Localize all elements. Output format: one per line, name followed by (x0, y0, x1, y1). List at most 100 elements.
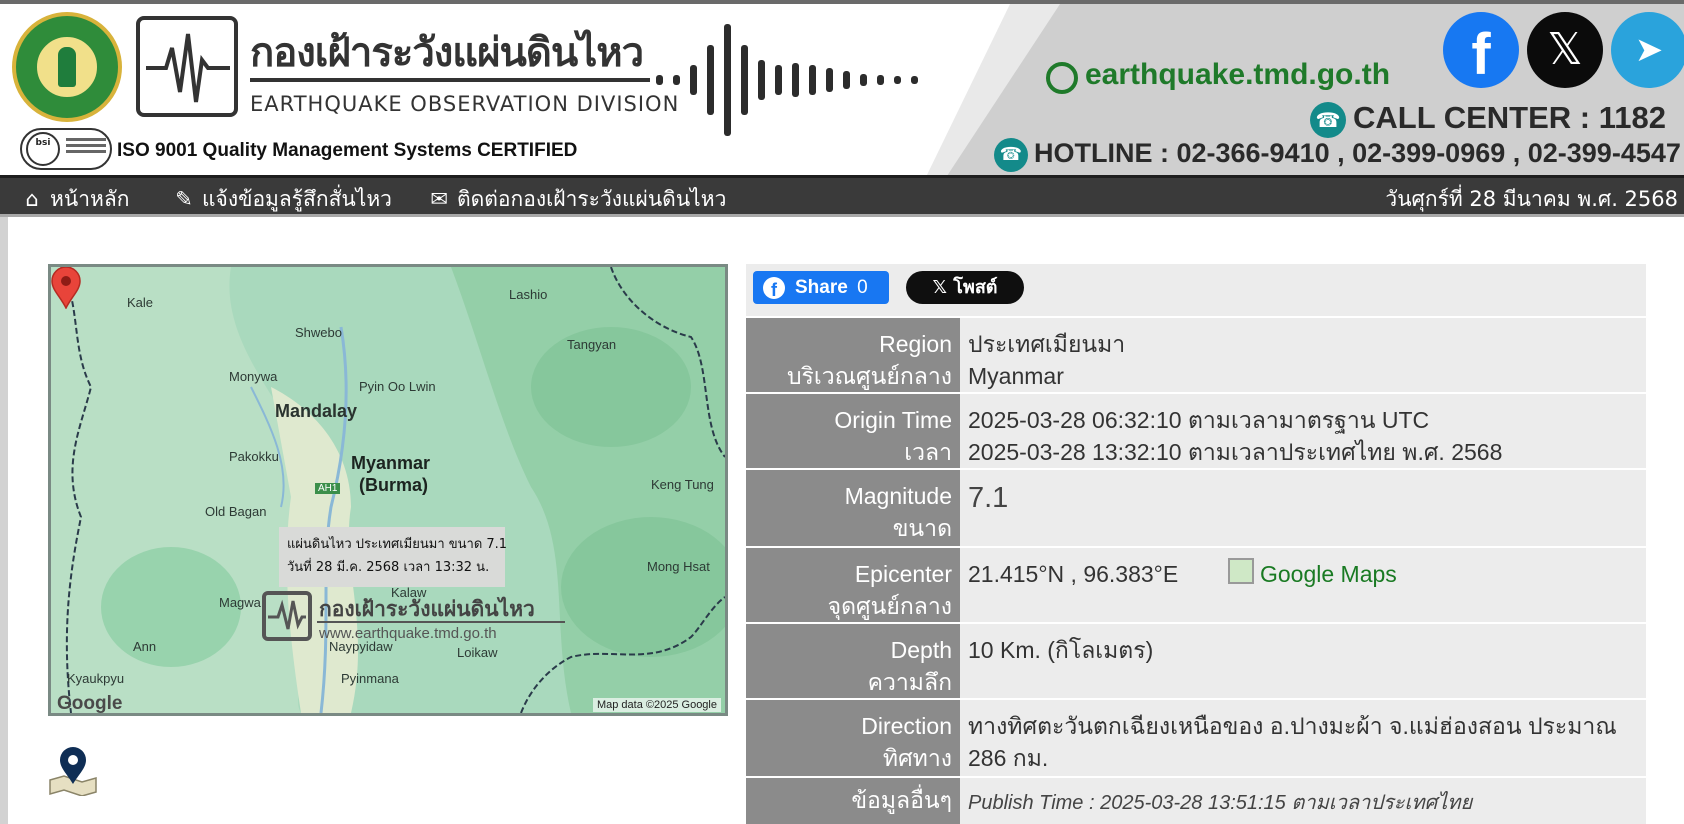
form-icon: ✎ (175, 187, 193, 211)
bsi-iso-logo: bsi (20, 128, 112, 170)
epicenter-tooltip: แผ่นดินไหว ประเทศเมียนมา ขนาด 7.1 วันที่… (279, 527, 508, 587)
watermark-url: www.earthquake.tmd.go.th (319, 625, 497, 642)
share-bar: f Share 0 𝕏 โพสต์ (746, 264, 1646, 316)
google-logo[interactable]: Google (57, 693, 122, 713)
map-label-old-bagan: Old Bagan (205, 504, 267, 519)
map-marker-icon[interactable] (46, 744, 100, 796)
map-label-kyaukpyu: Kyaukpyu (67, 671, 125, 686)
wave-bar (877, 75, 884, 85)
map-label-monywa: Monywa (229, 369, 278, 384)
origin-time-value: 2025-03-28 06:32:10 ตามเวลามาตรฐาน UTC 2… (960, 394, 1646, 468)
nav-report-label: แจ้งข้อมูลรู้สึกสั่นไหว (202, 187, 392, 211)
website-link[interactable]: earthquake.tmd.go.th (1045, 58, 1390, 92)
map-label-pyin-oo-lwin: Pyin Oo Lwin (359, 379, 436, 394)
depth-label-th: ความลึก (867, 669, 952, 695)
x-icon[interactable]: 𝕏 (1527, 12, 1603, 88)
map-label-loikaw: Loikaw (457, 645, 498, 660)
region-value-th: ประเทศเมียนมา (968, 331, 1126, 357)
epicenter-pin-icon[interactable] (51, 267, 81, 309)
origin-time-utc: 2025-03-28 06:32:10 ตามเวลามาตรฐาน UTC (968, 407, 1430, 433)
map-label-keng-tung: Keng Tung (651, 477, 714, 492)
magnitude-label-en: Magnitude (844, 483, 952, 509)
wave-bar (775, 65, 782, 95)
google-maps-link[interactable]: Google Maps (1228, 558, 1397, 590)
share-count: 0 (857, 277, 868, 298)
facebook-share-button[interactable]: f Share 0 (753, 271, 889, 304)
region-label-en: Region (879, 331, 952, 357)
main-nav: ⌂ หน้าหลัก ✎ แจ้งข้อมูลรู้สึกสั่นไหว ✉ ติดต… (0, 175, 1684, 217)
wave-bar (741, 45, 748, 115)
mail-icon: ✉ (430, 187, 448, 211)
nav-home-label: หน้าหลัก (50, 187, 130, 211)
telegram-icon[interactable]: ➤ (1611, 12, 1684, 88)
epicenter-map[interactable]: Kale Lashio Shwebo Tangyan Monywa Pyin O… (48, 264, 728, 716)
origin-time-label: Origin Time เวลา (746, 394, 960, 468)
facebook-icon[interactable]: f (1443, 12, 1519, 88)
share-label: Share (795, 277, 848, 298)
row-region: Region บริเวณศูนย์กลาง ประเทศเมียนมา Mya… (746, 318, 1646, 392)
epicenter-value-cell: 21.415°N , 96.383°E Google Maps (960, 548, 1646, 622)
row-epicenter: Epicenter จุดศูนย์กลาง 21.415°N , 96.383… (746, 548, 1646, 622)
x-post-icon: 𝕏 (932, 277, 947, 298)
row-other-info: ข้อมูลอื่นๆ Publish Time : 2025-03-28 13… (746, 778, 1646, 824)
wave-bar (826, 68, 833, 92)
iso-certified-text: ISO 9001 Quality Management Systems CERT… (117, 140, 578, 161)
map-label-ann: Ann (133, 639, 157, 654)
map-label-magwa: Magwa (219, 595, 261, 610)
tmd-seal-logo[interactable] (12, 12, 122, 122)
map-label-pyinmana: Pyinmana (341, 671, 399, 686)
nav-report-shaking[interactable]: ✎ แจ้งข้อมูลรู้สึกสั่นไหว (170, 183, 392, 216)
map-attribution[interactable]: Map data ©2025 Google (592, 698, 721, 712)
direction-line-1: ทางทิศตะวันตกเฉียงเหนือของ อ.ปางมะผ้า จ.… (968, 713, 1617, 739)
wave-bar (690, 65, 697, 95)
publish-time: Publish Time : 2025-03-28 13:51:15 ตามเว… (968, 792, 1473, 814)
magnitude-value: 7.1 (968, 482, 1009, 514)
map-label-burma: (Burma) (359, 475, 429, 495)
nav-home[interactable]: ⌂ หน้าหลัก (18, 183, 129, 216)
facebook-share-icon: f (763, 277, 785, 300)
magnitude-label: Magnitude ขนาด (746, 470, 960, 546)
page-side-border (0, 217, 8, 824)
origin-time-label-en: Origin Time (834, 407, 952, 433)
wave-bar (724, 24, 731, 136)
tooltip-line-1: แผ่นดินไหว ประเทศเมียนมา ขนาด 7.1 (287, 537, 508, 552)
watermark-divider (317, 621, 565, 623)
depth-value: 10 Km. (กิโลเมตร) (968, 637, 1154, 663)
x-post-button[interactable]: 𝕏 โพสต์ (906, 271, 1024, 304)
map-label-lashio: Lashio (509, 287, 548, 302)
row-origin-time: Origin Time เวลา 2025-03-28 06:32:10 ตาม… (746, 394, 1646, 468)
map-label-pakokku: Pakokku (229, 449, 279, 464)
epicenter-label-th: จุดศูนย์กลาง (827, 593, 952, 619)
origin-time-local: 2025-03-28 13:32:10 ตามเวลาประเทศไทย พ.ศ… (968, 439, 1503, 465)
nav-contact[interactable]: ✉ ติดต่อกองเฝ้าระวังแผ่นดินไหว (425, 183, 726, 216)
epicenter-label: Epicenter จุดศูนย์กลาง (746, 548, 960, 622)
current-date: วันศุกร์ที่ 28 มีนาคม พ.ศ. 2568 (1385, 187, 1678, 211)
wave-bar (911, 76, 918, 84)
map-label-mong-hsat: Mong Hsat (647, 559, 710, 574)
map-label-ah1: AH1 (315, 483, 341, 494)
hotline-phone-icon: ☎ (994, 138, 1028, 172)
row-direction: Direction ทิศทาง ทางทิศตะวันตกเฉียงเหนือ… (746, 700, 1646, 776)
division-divider (250, 78, 650, 82)
site-header: bsi ISO 9001 Quality Management Systems … (0, 0, 1684, 175)
other-info-value: Publish Time : 2025-03-28 13:51:15 ตามเว… (960, 778, 1646, 824)
row-depth: Depth ความลึก 10 Km. (กิโลเมตร) (746, 624, 1646, 698)
map-label-myanmar: Myanmar (351, 453, 431, 473)
row-magnitude: Magnitude ขนาด 7.1 (746, 470, 1646, 546)
wave-bar (792, 63, 799, 97)
wave-bar (758, 60, 765, 100)
magnitude-label-th: ขนาด (892, 515, 952, 541)
region-label-th: บริเวณศูนย์กลาง (786, 363, 952, 389)
nav-contact-label: ติดต่อกองเฝ้าระวังแผ่นดินไหว (457, 187, 727, 211)
map-label-shwebo: Shwebo (295, 325, 342, 340)
direction-label: Direction ทิศทาง (746, 700, 960, 776)
home-icon: ⌂ (25, 187, 39, 211)
tooltip-line-2: วันที่ 28 มี.ค. 2568 เวลา 13:32 น. (287, 560, 490, 575)
call-center-text: CALL CENTER : 1182 (1353, 100, 1666, 135)
magnitude-value-cell: 7.1 (960, 470, 1646, 546)
wave-bar (656, 75, 663, 85)
wave-bar (809, 65, 816, 95)
depth-label: Depth ความลึก (746, 624, 960, 698)
region-value: ประเทศเมียนมา Myanmar (960, 318, 1646, 392)
hotline-text: HOTLINE : 02-366-9410 , 02-399-0969 , 02… (1034, 138, 1681, 168)
